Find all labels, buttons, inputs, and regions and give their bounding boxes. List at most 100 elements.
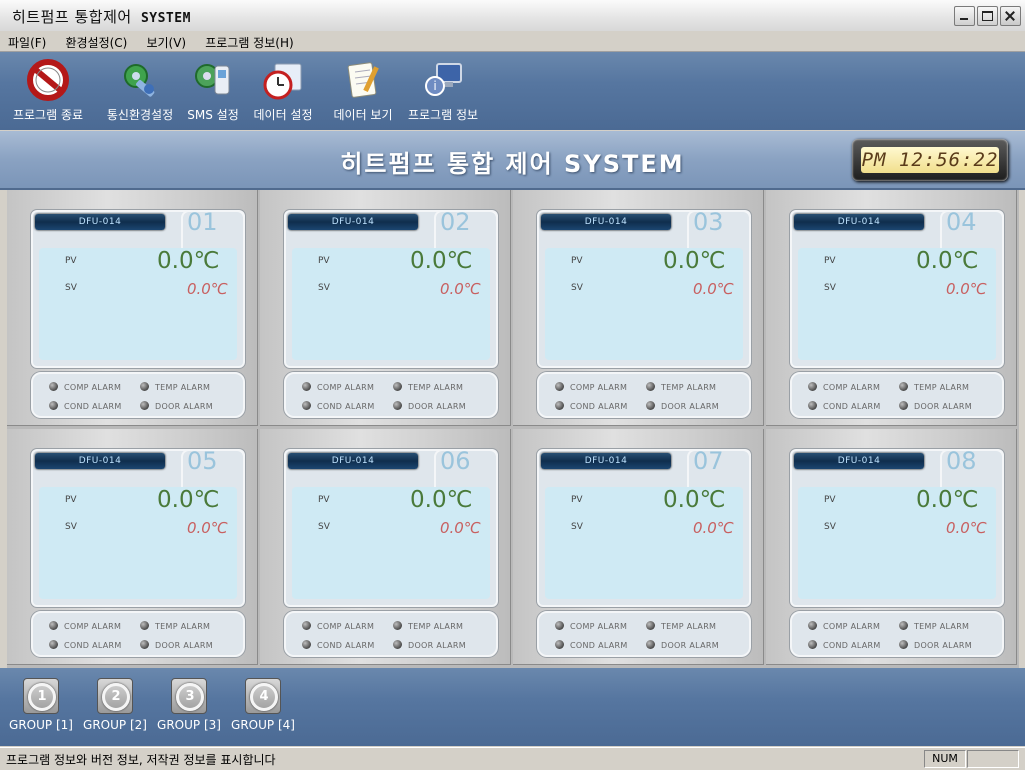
temp-alarm-label: TEMP ALARM (155, 622, 211, 631)
temp-alarm-lamp-icon (393, 382, 402, 391)
minimize-button[interactable] (954, 6, 975, 26)
alarm-panel: COMP ALARM TEMP ALARM COND ALARM DOOR ALARM (31, 611, 245, 657)
cond-alarm-label: COND ALARM (570, 641, 628, 650)
pv-label: PV (318, 495, 330, 505)
comp-alarm-label: COMP ALARM (317, 383, 375, 392)
group-button-4[interactable]: 4 GROUP [4] (230, 678, 296, 732)
toolbar-label: 데이터 설정 (253, 108, 313, 122)
unit-number: 04 (946, 208, 977, 236)
unit-model-plate: DFU-014 (794, 214, 924, 230)
temp-alarm-lamp-icon (899, 382, 908, 391)
pv-value: 0.0℃ (663, 248, 726, 274)
comp-alarm-lamp-icon (555, 621, 564, 630)
comp-alarm-label: COMP ALARM (823, 622, 881, 631)
sv-value: 0.0℃ (693, 519, 734, 537)
group-button-1[interactable]: 1 GROUP [1] (8, 678, 74, 732)
pv-label: PV (824, 495, 836, 505)
sv-value: 0.0℃ (440, 280, 481, 298)
cond-alarm-lamp-icon (555, 640, 564, 649)
menu-file[interactable]: 파일(F) (0, 31, 52, 51)
door-alarm-label: DOOR ALARM (155, 402, 213, 411)
unit-model-plate: DFU-014 (35, 214, 165, 230)
unit-panel[interactable]: DFU-014 03 PV SV 0.0℃ 0.0℃ COMP ALARM TEMP ALAR… (513, 190, 764, 426)
comm-settings-button[interactable]: 통신환경설정 (98, 58, 182, 123)
group-digit: 1 (28, 683, 56, 711)
data-settings-button[interactable]: 데이터 설정 (248, 58, 318, 123)
unit-number: 03 (693, 208, 724, 236)
sv-value: 0.0℃ (440, 519, 481, 537)
group-label: GROUP [1] (9, 718, 73, 732)
group-label: GROUP [2] (83, 718, 147, 732)
comp-alarm-label: COMP ALARM (570, 383, 628, 392)
menu-view[interactable]: 보기(V) (138, 31, 192, 51)
comp-alarm-label: COMP ALARM (317, 622, 375, 631)
maximize-button[interactable] (977, 6, 998, 26)
sms-settings-button[interactable]: SMS 설정 (182, 58, 244, 123)
unit-panel[interactable]: DFU-014 01 PV SV 0.0℃ 0.0℃ COMP ALARM TEMP ALAR… (7, 190, 258, 426)
data-view-button[interactable]: 데이터 보기 (328, 58, 398, 123)
alarm-panel: COMP ALARM TEMP ALARM COND ALARM DOOR ALARM (790, 372, 1004, 418)
door-alarm-lamp-icon (393, 401, 402, 410)
temp-alarm-lamp-icon (899, 621, 908, 630)
door-alarm-label: DOOR ALARM (661, 641, 719, 650)
comp-alarm-lamp-icon (302, 382, 311, 391)
close-button[interactable] (1000, 6, 1021, 26)
pv-value: 0.0℃ (916, 487, 979, 513)
window-controls (954, 6, 1021, 26)
pv-label: PV (318, 256, 330, 266)
door-alarm-lamp-icon (899, 640, 908, 649)
group-button-3[interactable]: 3 GROUP [3] (156, 678, 222, 732)
cond-alarm-lamp-icon (49, 640, 58, 649)
cond-alarm-label: COND ALARM (823, 641, 881, 650)
cond-alarm-label: COND ALARM (317, 402, 375, 411)
cond-alarm-lamp-icon (808, 640, 817, 649)
power-icon: 2 (97, 678, 133, 714)
menu-settings[interactable]: 환경설정(C) (57, 31, 133, 51)
sv-label: SV (65, 283, 77, 293)
unit-number: 01 (187, 208, 218, 236)
exit-program-button[interactable]: 프로그램 종료 (6, 58, 90, 123)
temp-alarm-label: TEMP ALARM (408, 622, 464, 631)
toolbar-label: 통신환경설정 (106, 108, 174, 122)
program-info-button[interactable]: i 프로그램 정보 (404, 58, 482, 123)
svg-text:i: i (433, 79, 436, 93)
unit-panel[interactable]: DFU-014 07 PV SV 0.0℃ 0.0℃ COMP ALARM TEMP ALAR… (513, 429, 764, 665)
no-entry-icon (26, 58, 70, 102)
title-bar[interactable]: 히트펌프 통합제어 SYSTEM (0, 0, 1025, 32)
unit-panel[interactable]: DFU-014 04 PV SV 0.0℃ 0.0℃ COMP ALARM TEMP ALAR… (766, 190, 1017, 426)
sv-label: SV (824, 522, 836, 532)
alarm-panel: COMP ALARM TEMP ALARM COND ALARM DOOR ALARM (31, 372, 245, 418)
unit-model-plate: DFU-014 (541, 453, 671, 469)
cond-alarm-label: COND ALARM (823, 402, 881, 411)
menu-about[interactable]: 프로그램 정보(H) (197, 31, 299, 51)
alarm-panel: COMP ALARM TEMP ALARM COND ALARM DOOR ALARM (284, 372, 498, 418)
cond-alarm-label: COND ALARM (570, 402, 628, 411)
door-alarm-lamp-icon (899, 401, 908, 410)
sv-value: 0.0℃ (946, 519, 987, 537)
pv-value: 0.0℃ (663, 487, 726, 513)
alarm-panel: COMP ALARM TEMP ALARM COND ALARM DOOR ALARM (537, 372, 751, 418)
pv-label: PV (571, 495, 583, 505)
door-alarm-lamp-icon (393, 640, 402, 649)
num-lock-indicator: NUM (924, 750, 966, 768)
unit-number: 05 (187, 447, 218, 475)
comp-alarm-lamp-icon (302, 621, 311, 630)
toolbar-label: 데이터 보기 (333, 108, 393, 122)
digital-clock: PM 12:56:22 (852, 139, 1008, 181)
unit-model-plate: DFU-014 (288, 214, 418, 230)
toolbar-label: 프로그램 종료 (12, 108, 84, 122)
unit-model-plate: DFU-014 (35, 453, 165, 469)
unit-panel[interactable]: DFU-014 02 PV SV 0.0℃ 0.0℃ COMP ALARM TEMP ALAR… (260, 190, 511, 426)
comp-alarm-label: COMP ALARM (64, 383, 122, 392)
temp-alarm-lamp-icon (393, 621, 402, 630)
sv-label: SV (65, 522, 77, 532)
group-digit: 2 (102, 683, 130, 711)
comp-alarm-label: COMP ALARM (64, 622, 122, 631)
unit-panel[interactable]: DFU-014 05 PV SV 0.0℃ 0.0℃ COMP ALARM TEMP ALAR… (7, 429, 258, 665)
unit-panel[interactable]: DFU-014 06 PV SV 0.0℃ 0.0℃ COMP ALARM TEMP ALAR… (260, 429, 511, 665)
sv-value: 0.0℃ (187, 280, 228, 298)
group-label: GROUP [4] (231, 718, 295, 732)
pv-value: 0.0℃ (410, 248, 473, 274)
group-button-2[interactable]: 2 GROUP [2] (82, 678, 148, 732)
unit-panel[interactable]: DFU-014 08 PV SV 0.0℃ 0.0℃ COMP ALARM TEMP ALAR… (766, 429, 1017, 665)
